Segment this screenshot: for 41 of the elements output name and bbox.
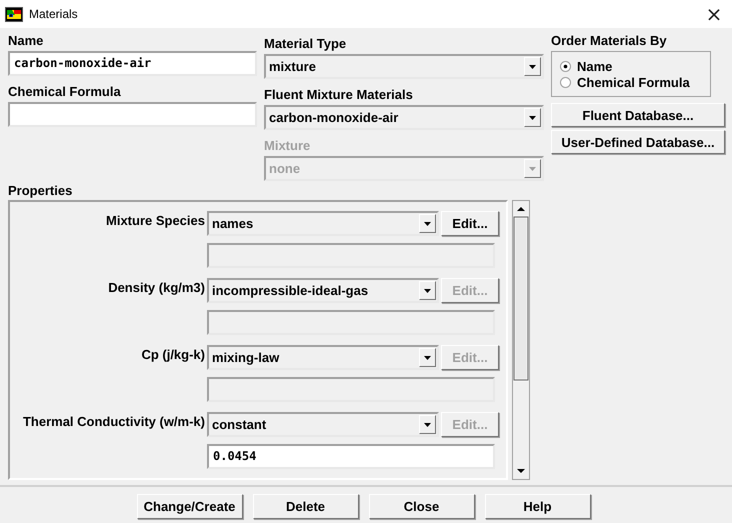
- dialog-button[interactable]: Help: [484, 494, 590, 519]
- caret-icon: [424, 288, 431, 292]
- group-label: Order Materials By: [551, 33, 668, 48]
- caret-icon: [529, 64, 536, 68]
- dropdown[interactable]: mixing-law: [207, 345, 439, 370]
- section-label: Properties: [8, 183, 74, 198]
- radio-button[interactable]: [560, 60, 571, 72]
- caret-icon: [529, 166, 536, 170]
- dialog-button[interactable]: Close: [368, 494, 474, 519]
- radio-label[interactable]: Chemical Formula: [577, 74, 690, 90]
- window-title: Materials: [29, 7, 79, 21]
- field-label: Fluent Mixture Materials: [264, 87, 414, 102]
- dialog-button[interactable]: Change/Create: [136, 494, 242, 519]
- input-field[interactable]: 0.0454: [207, 444, 495, 469]
- dropdown[interactable]: mixture: [264, 54, 544, 79]
- input-field[interactable]: [8, 102, 257, 127]
- property-label: Thermal Conductivity (w/m-k): [22, 413, 205, 431]
- property-label: Mixture Species: [105, 212, 205, 230]
- close-button[interactable]: ×: [696, 4, 732, 24]
- dropdown[interactable]: constant: [207, 412, 439, 437]
- database-button[interactable]: User-Defined Database...: [551, 130, 725, 154]
- dropdown[interactable]: names: [207, 211, 439, 236]
- field-label: Material Type: [264, 36, 348, 51]
- radio-label[interactable]: Name: [577, 58, 612, 74]
- field-label: Mixture: [264, 138, 312, 153]
- caret-icon: [424, 422, 431, 426]
- field-label: Chemical Formula: [8, 84, 122, 99]
- app-icon: [5, 6, 23, 22]
- database-button[interactable]: Fluent Database...: [551, 103, 725, 127]
- input-field[interactable]: carbon-monoxide-air: [8, 51, 257, 76]
- edit-button[interactable]: Edit...: [441, 211, 499, 236]
- radio-button[interactable]: [560, 76, 571, 88]
- caret-icon: [424, 356, 431, 360]
- dropdown[interactable]: carbon-monoxide-air: [264, 105, 544, 130]
- field-label: Name: [8, 33, 44, 48]
- property-label: Cp (j/kg-k): [140, 346, 205, 364]
- caret-icon: [424, 222, 431, 226]
- dialog-button[interactable]: Delete: [252, 494, 358, 519]
- dropdown[interactable]: incompressible-ideal-gas: [207, 278, 439, 303]
- property-label: Density (kg/m3): [107, 279, 205, 297]
- caret-icon: [529, 116, 536, 120]
